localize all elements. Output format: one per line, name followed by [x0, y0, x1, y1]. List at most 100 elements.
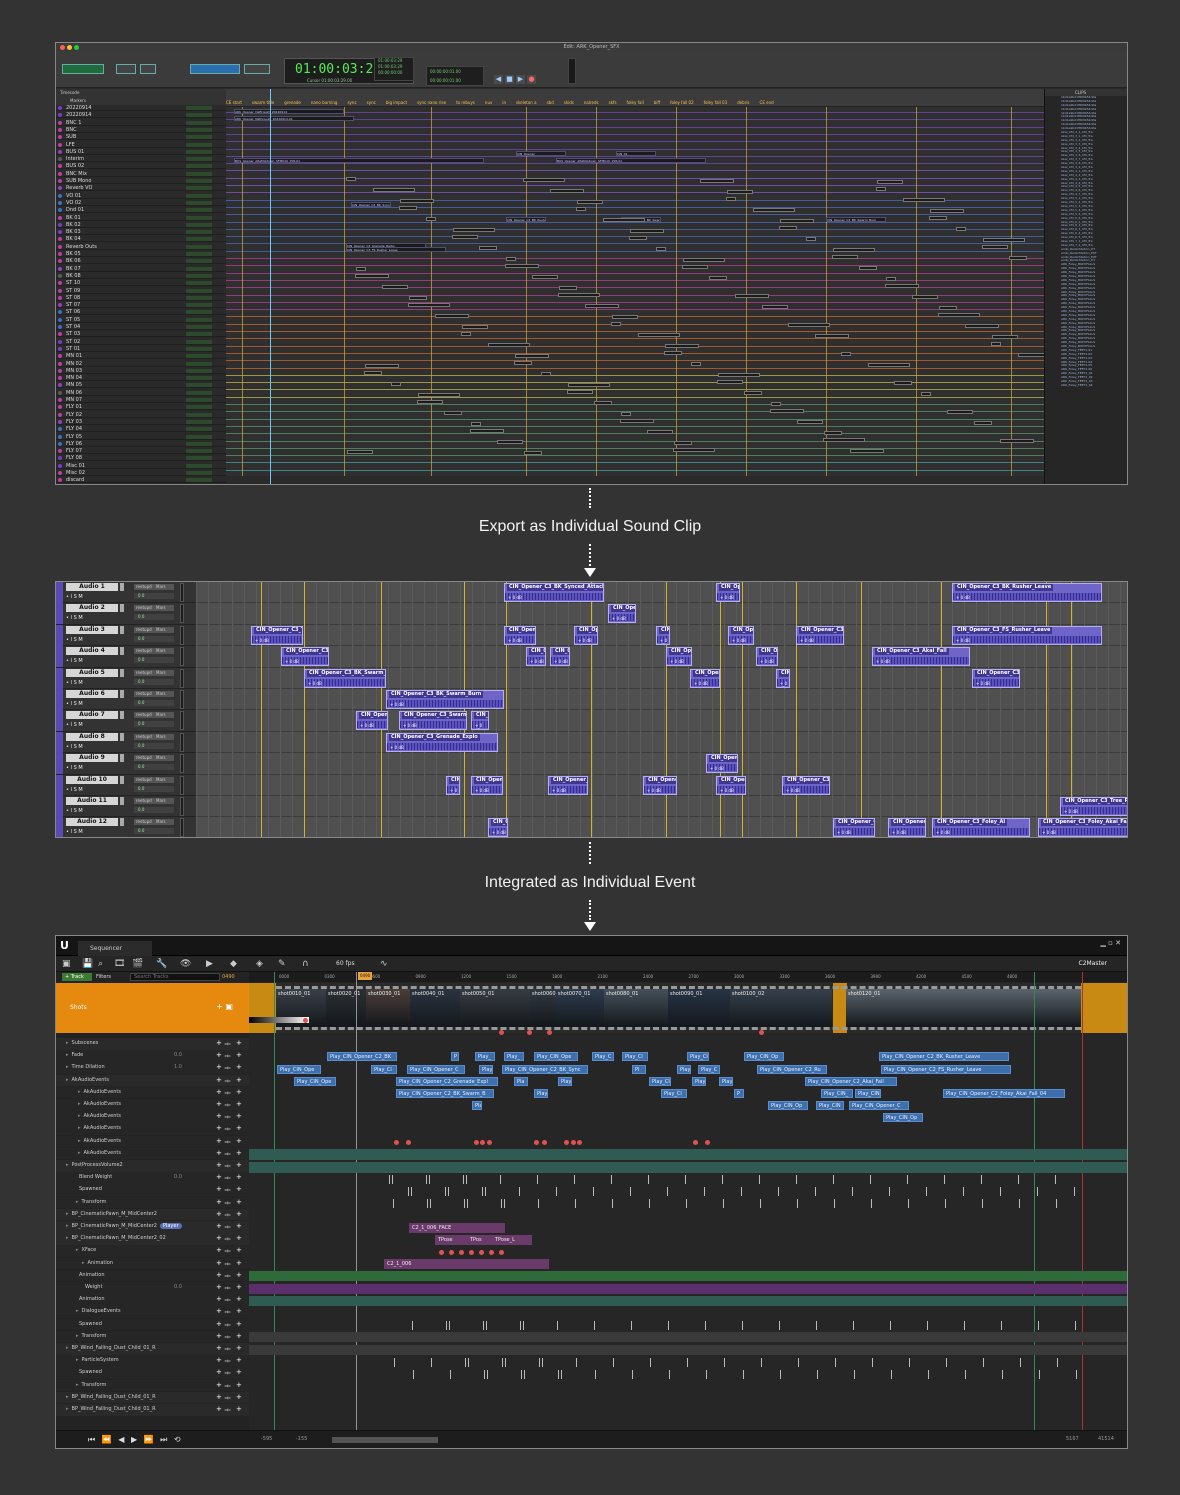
track-header[interactable]: BK 02 [56, 222, 226, 228]
row-expand-icon[interactable]: ▸ [78, 1125, 81, 1131]
add-track-icon[interactable]: + [236, 1209, 242, 1221]
audio-event-section[interactable]: Play_CIN_Op [744, 1052, 784, 1062]
add-track-icon[interactable]: + [236, 1343, 242, 1355]
track-name[interactable]: BNC Mix [66, 171, 87, 177]
audio-clip-small[interactable] [479, 246, 497, 250]
track-io-selector[interactable] [186, 434, 212, 439]
audio-event-section[interactable]: Play_ [719, 1076, 733, 1086]
track-header[interactable]: MN 04 [56, 375, 226, 382]
track-io-selector[interactable] [186, 441, 212, 446]
add-track-icon[interactable]: + [236, 1233, 242, 1245]
audio-item[interactable]: CIN_Opener_C3_Akai_Fall + 0 dB [872, 647, 970, 667]
track-io-selector[interactable] [186, 383, 212, 388]
record-icon[interactable]: ● [527, 75, 536, 84]
track-control[interactable]: Audio 4 • I S M reetupd 0.0 Mars [56, 646, 196, 668]
route-button[interactable]: Mars [156, 584, 166, 589]
marker-label[interactable]: CE start [226, 100, 242, 105]
add-key-icon[interactable]: + [216, 1380, 222, 1392]
audio-event-section[interactable]: Play_ [504, 1052, 524, 1062]
audio-item[interactable]: CIN + 0 dB [446, 775, 460, 795]
track-header[interactable]: SUB [56, 134, 226, 141]
route-button[interactable]: Mars [156, 605, 166, 610]
audio-clip-small[interactable] [726, 197, 736, 201]
record-mute-solo-buttons[interactable]: • I S M [66, 721, 83, 729]
volume-knob[interactable] [120, 690, 124, 698]
row-expand-icon[interactable]: ▸ [78, 1113, 81, 1119]
filters-button[interactable]: Filters [96, 973, 111, 981]
audio-event-section[interactable]: Play_Cl [622, 1052, 648, 1062]
track-header[interactable]: MN 01 [56, 353, 226, 360]
audio-event-section[interactable]: Play_CIN_Ope [294, 1076, 336, 1086]
keyframe-nav-icon[interactable]: ◂◆▸ [224, 1392, 231, 1404]
outliner-row[interactable]: ▸ PostProcessVolume2 + ◂◆▸ + [56, 1160, 249, 1172]
shot-section[interactable]: shot0120_01 [846, 989, 1081, 1027]
audio-clip-small[interactable] [991, 342, 1001, 346]
track-io-selector[interactable] [186, 281, 212, 286]
add-track-icon[interactable]: + [236, 1245, 242, 1257]
volume-knob[interactable] [120, 797, 124, 805]
record-mute-solo-buttons[interactable]: • I S M [66, 743, 83, 751]
outliner-row[interactable]: ▸ AkAudioEvents + ◂◆▸ + [56, 1123, 249, 1135]
add-track-icon[interactable]: + [236, 1221, 242, 1233]
track-header[interactable]: BK 03 [56, 229, 226, 236]
volume-knob[interactable] [120, 732, 124, 741]
keyframe-nav-icon[interactable]: ◂◆▸ [224, 1172, 231, 1184]
audio-clip-small[interactable] [373, 188, 415, 192]
keyframe[interactable] [499, 1030, 504, 1036]
volume-knob[interactable] [120, 775, 124, 784]
add-key-icon[interactable]: + [216, 1258, 222, 1270]
transform-section[interactable] [249, 1295, 1127, 1306]
volume-knob[interactable] [120, 711, 124, 720]
audio-clip-small[interactable] [673, 448, 715, 452]
audio-clip[interactable]: ARK_Opener_Deftrough_20220914 [234, 109, 344, 114]
audio-clip[interactable]: CIN_Opener_C3_FS_Rusher_Lopes [346, 247, 446, 252]
audio-clip-small[interactable] [859, 266, 877, 270]
outliner-row[interactable]: ▸ XFace + ◂◆▸ + [56, 1245, 249, 1257]
keyframe-nav-icon[interactable]: ◂◆▸ [224, 1343, 231, 1355]
marker-label[interactable]: sync [367, 100, 376, 105]
transform-section[interactable] [249, 1344, 1127, 1355]
track-io-selector[interactable] [186, 244, 212, 249]
track-io-selector[interactable] [186, 390, 212, 395]
audio-event-section[interactable]: Play_Cl [649, 1076, 671, 1086]
track-name[interactable]: BUS 02 [66, 163, 84, 169]
fx-slot[interactable]: reetupd [134, 691, 174, 697]
outliner-row[interactable]: Blend Weight 0.0 + ◂◆▸ + [56, 1172, 249, 1184]
audio-event-section[interactable]: Play_CIN_ [821, 1088, 853, 1098]
track-header[interactable]: 20220914 [56, 112, 226, 119]
track-io-selector[interactable] [186, 230, 212, 235]
audio-clip-small[interactable] [965, 324, 999, 328]
audio-clip-small[interactable] [744, 391, 762, 395]
track-io-selector[interactable] [186, 398, 212, 402]
add-track-icon[interactable]: + [236, 1306, 242, 1318]
audio-item[interactable]: CIN_Opr + 0 dB [666, 647, 692, 667]
audio-item[interactable]: CIN_Opener_C3_A + 0 dB [782, 775, 830, 795]
audio-event-section[interactable]: Play_CIN_Op [883, 1113, 923, 1123]
marker-label[interactable]: sync [347, 100, 356, 105]
track-name[interactable]: Misc 01 [66, 463, 85, 469]
shot-section[interactable]: shot0070_01 [556, 989, 604, 1027]
shot-section[interactable]: shot0060_01 [530, 989, 564, 1027]
track-header[interactable]: BK 08 [56, 273, 226, 279]
track-name[interactable]: BK 06 [66, 258, 81, 264]
outliner-row[interactable]: Animation + ◂◆▸ + [56, 1294, 249, 1306]
find-icon[interactable]: ⌕ [98, 959, 103, 969]
audio-clip-small[interactable] [983, 238, 1025, 242]
track-name[interactable]: MN 04 [66, 375, 82, 381]
outliner-row[interactable]: ▸ AkAudioEvents + ◂◆▸ + [56, 1111, 249, 1123]
fade-section[interactable] [249, 1017, 309, 1024]
marker-label[interactable]: debris [737, 100, 749, 105]
track-name[interactable]: FLY 02 [66, 412, 82, 418]
track-name[interactable]: ST 09 [66, 288, 80, 294]
audio-clip-small[interactable] [664, 351, 682, 355]
audio-clip-small[interactable] [823, 438, 865, 442]
audio-item[interactable]: CIN_Opener_C3_R + 0 dB [796, 625, 844, 645]
audio-event-section[interactable]: Play_CIN_Opener_C2_BK_Rusher_Leave [879, 1052, 1009, 1062]
track-io-selector[interactable] [186, 376, 212, 381]
audio-clip-small[interactable] [365, 364, 399, 368]
render-movie-icon[interactable]: 🎞 [114, 959, 125, 969]
audio-item[interactable]: CIN_Ops + 0 dB [574, 625, 598, 645]
audio-clip-small[interactable] [356, 267, 366, 271]
audio-clip[interactable]: ARK_Opener_Nathrough_20220914-01 [234, 116, 354, 121]
audio-item[interactable]: CIN_Op + 0 dB [756, 647, 778, 667]
